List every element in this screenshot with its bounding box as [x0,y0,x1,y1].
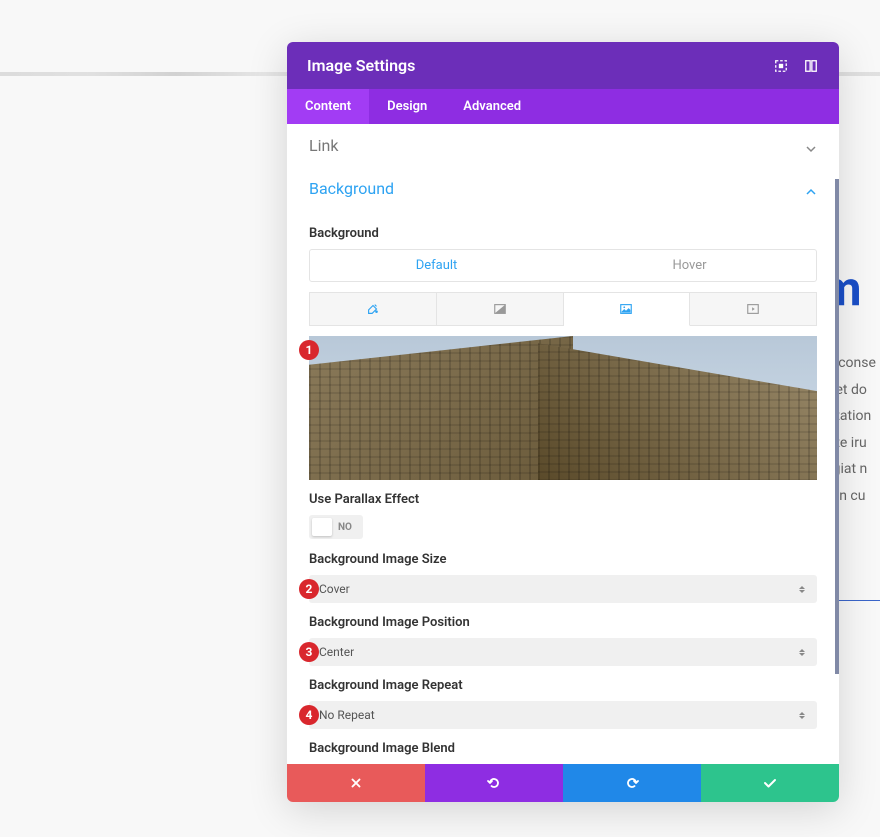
position-value: Center [319,645,797,659]
parallax-toggle[interactable]: NO [309,515,363,539]
select-arrows-icon [797,709,807,722]
modal-tabs: Content Design Advanced [287,89,839,124]
annotation-badge-2: 2 [299,579,319,599]
section-background-body: Background Default Hover [287,210,839,764]
section-background[interactable]: Background [287,167,839,210]
scrollbar[interactable] [835,179,839,674]
modal-body: Link Background Background Default Hover [287,124,839,764]
chevron-up-icon [805,183,817,195]
modal-footer [287,764,839,802]
size-select[interactable]: Cover [309,575,817,603]
tab-content[interactable]: Content [287,89,369,124]
parallax-label: Use Parallax Effect [309,492,817,507]
undo-button[interactable] [425,764,563,802]
bg-type-gradient[interactable] [437,292,564,326]
cancel-button[interactable] [287,764,425,802]
position-select[interactable]: Center [309,638,817,666]
section-background-label: Background [309,179,805,198]
modal-header: Image Settings [287,42,839,89]
repeat-select-wrap: 4 No Repeat [309,701,817,729]
annotation-badge-4: 4 [299,705,319,725]
image-settings-modal: Image Settings Content Design Advanced L… [287,42,839,802]
chevron-down-icon [805,140,817,152]
background-field-label: Background [309,226,817,241]
background-image-preview[interactable] [309,336,817,480]
annotation-badge-1: 1 [299,340,319,360]
size-select-wrap: 2 Cover [309,575,817,603]
bg-type-image[interactable] [564,292,691,326]
annotation-badge-3: 3 [299,642,319,662]
confirm-button[interactable] [701,764,839,802]
toggle-knob [312,518,332,536]
select-arrows-icon [797,646,807,659]
position-select-wrap: 3 Center [309,638,817,666]
blend-label: Background Image Blend [309,741,817,756]
expand-icon[interactable] [773,58,789,74]
parallax-value: NO [338,522,352,533]
default-hover-toggle: Default Hover [309,249,817,282]
size-value: Cover [319,582,797,596]
preview-building [309,336,817,480]
columns-icon[interactable] [803,58,819,74]
select-arrows-icon [797,583,807,596]
background-type-tabs [309,292,817,326]
section-link-label: Link [309,136,805,155]
repeat-label: Background Image Repeat [309,678,817,693]
bg-type-color[interactable] [309,292,437,326]
repeat-select[interactable]: No Repeat [309,701,817,729]
bg-type-video[interactable] [690,292,817,326]
tab-design[interactable]: Design [369,89,445,124]
section-link[interactable]: Link [287,124,839,167]
toggle-default[interactable]: Default [310,250,563,281]
repeat-value: No Repeat [319,708,797,722]
size-label: Background Image Size [309,552,817,567]
tab-advanced[interactable]: Advanced [445,89,539,124]
position-label: Background Image Position [309,615,817,630]
toggle-hover[interactable]: Hover [563,250,816,281]
modal-title: Image Settings [307,56,759,75]
redo-button[interactable] [563,764,701,802]
